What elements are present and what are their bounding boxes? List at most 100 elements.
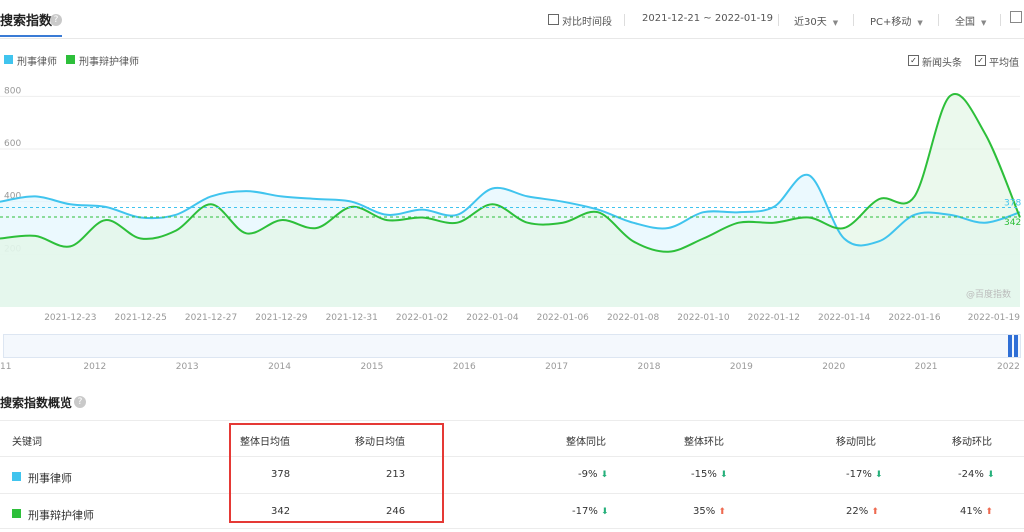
table-row-divider [0,456,1024,457]
region-value: 全国 [955,17,975,28]
overview-title: 搜索指数概览 [0,396,73,410]
column-header-overall-yoy: 整体同比 [566,437,606,448]
page-title: 搜索指数 [0,14,53,29]
overall-mom-cell: 35% ⬆ [693,506,726,517]
keyword-cell: 刑事辩护律师 [28,509,94,522]
caret-down-icon: ▼ [981,19,987,27]
arrow-down-icon: ⬇ [601,507,609,517]
x-tick-label: 2022-01-14 [818,313,871,323]
navigator-year-label: 2012 [83,362,107,372]
navigator-year-label: 2020 [822,362,846,372]
overall-yoy-cell: -17% ⬇ [572,506,609,517]
arrow-up-icon: ⬆ [718,507,726,517]
average-label[interactable]: 平均值 [989,54,1019,69]
period-value: 近30天 [794,17,827,28]
arrow-down-icon: ⬇ [987,470,995,480]
value: 41% [960,506,983,517]
average-checkbox[interactable]: ✓ [975,55,986,66]
x-tick-label: 2021-12-29 [255,313,308,323]
caret-down-icon: ▼ [917,19,923,27]
x-tick-label: 2021-12-23 [44,313,96,323]
x-tick-label: 2022-01-19 [968,313,1021,323]
period-select[interactable]: 近30天 ▼ [794,13,838,28]
time-navigator[interactable] [3,334,1021,358]
search-index-chart[interactable]: 800600400200 378 342 @百度指数 2021-12-23202… [0,70,1024,330]
value: -24% [958,469,984,480]
navigator-year-label: 2015 [360,362,384,372]
overall-mom-cell: -15% ⬇ [691,469,728,480]
x-tick-label: 2022-01-04 [466,313,519,323]
x-tick-label: 2021-12-25 [115,313,167,323]
arrow-up-icon: ⬆ [871,507,879,517]
navigator-handle-right[interactable] [1014,335,1018,357]
navigator-year-label: 11 [0,362,12,372]
navigator-year-label: 2018 [637,362,661,372]
compare-label[interactable]: 对比时间段 [562,13,612,28]
x-tick-label: 2022-01-06 [537,313,590,323]
x-tick-label: 2022-01-10 [677,313,730,323]
column-header-overall-mom: 整体环比 [684,437,724,448]
news-label[interactable]: 新闻头条 [922,54,962,69]
value: 22% [846,506,869,517]
title-underline [0,35,62,37]
legend-label-series2[interactable]: 刑事辩护律师 [79,53,139,68]
mobile-mom-cell: 41% ⬆ [960,506,993,517]
table-border-top [0,420,1024,421]
keyword-swatch [12,472,21,481]
caret-down-icon: ▼ [832,19,839,27]
date-range-picker[interactable]: 2021-12-21 ~ 2022-01-19 [642,13,773,24]
x-tick-label: 2022-01-16 [888,313,941,323]
help-icon[interactable]: ? [50,14,62,26]
average-label-series2: 342 [1004,218,1021,228]
value: -17% [572,506,598,517]
arrow-down-icon: ⬇ [600,470,609,480]
y-tick-label: 800 [4,86,21,96]
keyword-swatch [12,509,21,518]
legend-swatch-series2 [66,55,75,64]
navigator-handle-left[interactable] [1008,335,1012,357]
highlight-box [229,423,444,523]
chart-watermark: @百度指数 [966,288,1011,300]
region-select[interactable]: 全国 ▼ [955,13,986,28]
navigator-year-label: 2021 [914,362,938,372]
x-tick-label: 2022-01-08 [607,313,660,323]
mobile-mom-cell: -24% ⬇ [958,469,995,480]
overall-yoy-cell: -9% ⬇ [578,469,608,480]
legend-label-series1[interactable]: 刑事律师 [17,53,57,68]
value: -15% [691,469,717,480]
value: 35% [693,506,716,517]
share-icon[interactable] [1010,11,1022,23]
x-tick-label: 2022-01-12 [748,313,800,323]
x-tick-label: 2022-01-02 [396,313,448,323]
table-row-divider [0,528,1024,529]
keyword-cell: 刑事律师 [28,472,72,485]
compare-checkbox[interactable] [548,14,559,25]
value: -9% [578,469,598,480]
mobile-yoy-cell: 22% ⬆ [846,506,879,517]
column-header-mobile-mom: 移动环比 [952,437,992,448]
divider [624,14,625,26]
arrow-down-icon: ⬇ [720,470,728,480]
y-tick-label: 600 [4,139,21,149]
arrow-down-icon: ⬇ [875,470,883,480]
column-header-keyword: 关键词 [12,437,42,448]
help-icon[interactable]: ? [74,396,86,408]
legend-swatch-series1 [4,55,13,64]
x-tick-label: 2021-12-27 [185,313,237,323]
navigator-year-axis: 11 2012 2013 2014 2015 2016 2017 2018 2019 2020 20… [0,362,1024,376]
value: -17% [846,469,872,480]
navigator-year-label: 2013 [175,362,199,372]
device-value: PC+移动 [870,17,912,28]
divider [778,14,779,26]
arrow-up-icon: ⬆ [985,507,993,517]
navigator-year-label: 2017 [545,362,569,372]
divider [1000,14,1001,26]
news-checkbox[interactable]: ✓ [908,55,919,66]
x-tick-label: 2021-12-31 [326,313,378,323]
divider [853,14,854,26]
mobile-yoy-cell: -17% ⬇ [846,469,883,480]
device-select[interactable]: PC+移动 ▼ [870,13,923,28]
navigator-year-label: 2019 [729,362,753,372]
navigator-year-label: 2016 [452,362,476,372]
navigator-year-label: 2014 [268,362,291,372]
